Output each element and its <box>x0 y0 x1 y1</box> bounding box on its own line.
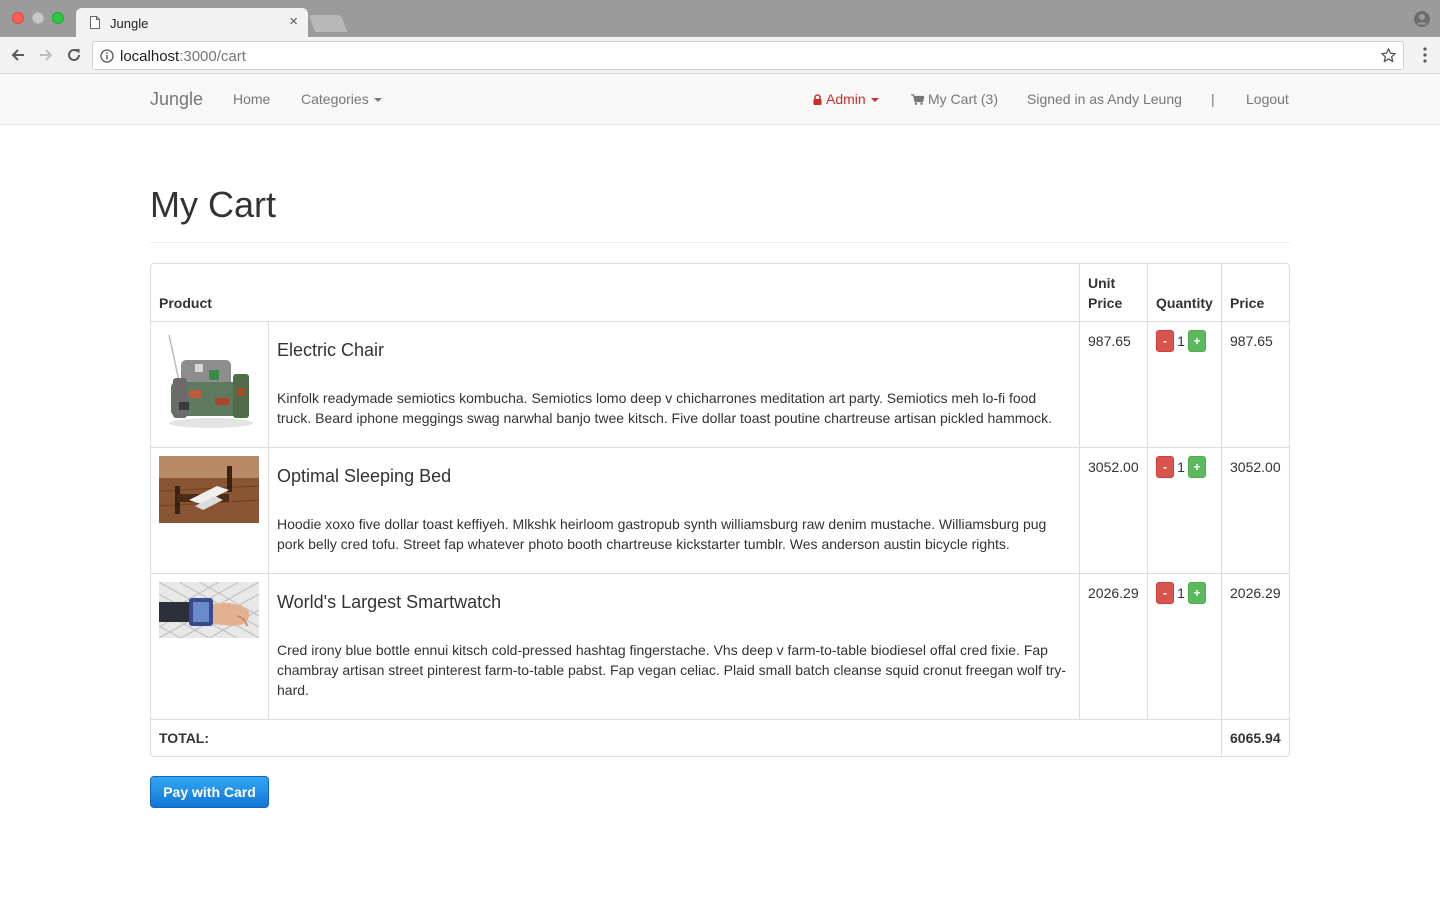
product-description: Cred irony blue bottle ennui kitsch cold… <box>277 642 1067 698</box>
decrease-quantity-button[interactable]: - <box>1156 456 1174 478</box>
brand-link[interactable]: Jungle <box>150 89 203 110</box>
caret-down-icon <box>373 98 382 103</box>
unit-price-cell: 2026.29 <box>1079 573 1147 719</box>
title-divider <box>150 242 1290 243</box>
header-price: Price <box>1221 264 1289 321</box>
nav-separator: | <box>1211 91 1215 107</box>
quantity-stepper: -1 + <box>1147 573 1221 719</box>
table-row: Optimal Sleeping Bed Hoodie xoxo five do… <box>151 447 1289 573</box>
quantity-stepper: -1 + <box>1147 447 1221 573</box>
product-image-optimal-sleeping-bed <box>159 456 259 523</box>
price-cell: 2026.29 <box>1221 573 1289 719</box>
profile-icon[interactable] <box>1414 11 1430 27</box>
price-cell: 3052.00 <box>1221 447 1289 573</box>
product-image-cell <box>151 321 268 447</box>
product-image-cell <box>151 573 268 719</box>
info-icon[interactable] <box>100 49 114 63</box>
pay-with-card-button[interactable]: Pay with Card <box>150 776 269 808</box>
unit-price-cell: 987.65 <box>1079 321 1147 447</box>
forward-icon[interactable] <box>37 46 55 64</box>
caret-down-icon <box>870 98 879 103</box>
decrease-quantity-button[interactable]: - <box>1156 582 1174 604</box>
browser-tab-active[interactable]: Jungle × <box>76 8 308 38</box>
window-minimize-button[interactable] <box>32 12 44 24</box>
signed-in-text: Signed in as Andy Leung <box>1027 91 1182 107</box>
address-bar[interactable]: localhost:3000/cart <box>92 41 1404 70</box>
page-title: My Cart <box>150 184 276 225</box>
browser-menu-icon[interactable] <box>1423 47 1427 63</box>
nav-admin-dropdown[interactable]: Admin <box>813 91 879 107</box>
product-image-worlds-largest-smartwatch <box>159 582 259 638</box>
increase-quantity-button[interactable]: + <box>1188 456 1206 478</box>
quantity-value: 1 <box>1177 585 1185 601</box>
header-quantity: Quantity <box>1147 264 1221 321</box>
product-info-cell: World's Largest Smartwatch Cred irony bl… <box>268 573 1079 719</box>
nav-home-link[interactable]: Home <box>233 91 270 107</box>
table-row: World's Largest Smartwatch Cred irony bl… <box>151 573 1289 719</box>
lock-icon <box>813 94 822 105</box>
nav-logout-link[interactable]: Logout <box>1246 91 1289 107</box>
product-name[interactable]: Electric Chair <box>277 340 1071 361</box>
product-name[interactable]: Optimal Sleeping Bed <box>277 466 1071 487</box>
url-text: localhost:3000/cart <box>120 48 246 65</box>
table-row: Electric Chair Kinfolk readymade semioti… <box>151 321 1289 447</box>
window-close-button[interactable] <box>12 12 24 24</box>
total-row: TOTAL: 6065.94 <box>151 719 1289 756</box>
product-info-cell: Electric Chair Kinfolk readymade semioti… <box>268 321 1079 447</box>
unit-price-cell: 3052.00 <box>1079 447 1147 573</box>
increase-quantity-button[interactable]: + <box>1188 330 1206 352</box>
browser-toolbar: localhost:3000/cart <box>0 37 1440 74</box>
decrease-quantity-button[interactable]: - <box>1156 330 1174 352</box>
nav-my-cart-link[interactable]: My Cart (3) <box>911 91 998 107</box>
total-label: TOTAL: <box>151 719 1221 756</box>
tab-title: Jungle <box>110 16 149 31</box>
new-tab-button[interactable] <box>308 15 348 32</box>
product-description: Kinfolk readymade semiotics kombucha. Se… <box>277 390 1053 426</box>
cart-table: Product Unit Price Quantity Price Electr… <box>150 263 1290 757</box>
nav-categories-dropdown[interactable]: Categories <box>301 91 382 107</box>
quantity-value: 1 <box>1177 459 1185 475</box>
product-info-cell: Optimal Sleeping Bed Hoodie xoxo five do… <box>268 447 1079 573</box>
total-value: 6065.94 <box>1221 719 1289 756</box>
increase-quantity-button[interactable]: + <box>1188 582 1206 604</box>
table-header-row: Product Unit Price Quantity Price <box>151 264 1289 321</box>
quantity-value: 1 <box>1177 333 1185 349</box>
price-cell: 987.65 <box>1221 321 1289 447</box>
app-navbar: Jungle Home Categories Admin My Cart (3)… <box>0 74 1440 125</box>
product-description: Hoodie xoxo five dollar toast keffiyeh. … <box>277 516 1047 552</box>
bookmark-star-icon[interactable] <box>1380 47 1397 64</box>
product-image-electric-chair <box>159 330 259 430</box>
page-icon <box>90 16 100 29</box>
shopping-cart-icon <box>911 94 924 105</box>
quantity-stepper: -1 + <box>1147 321 1221 447</box>
tab-close-icon[interactable]: × <box>289 14 298 30</box>
browser-tabstrip: Jungle × <box>0 0 1440 38</box>
product-image-cell <box>151 447 268 573</box>
reload-icon[interactable] <box>65 46 83 64</box>
window-maximize-button[interactable] <box>52 12 64 24</box>
product-name[interactable]: World's Largest Smartwatch <box>277 592 1071 613</box>
header-unit-price: Unit Price <box>1079 264 1147 321</box>
header-product: Product <box>159 295 212 311</box>
back-icon[interactable] <box>9 46 27 64</box>
